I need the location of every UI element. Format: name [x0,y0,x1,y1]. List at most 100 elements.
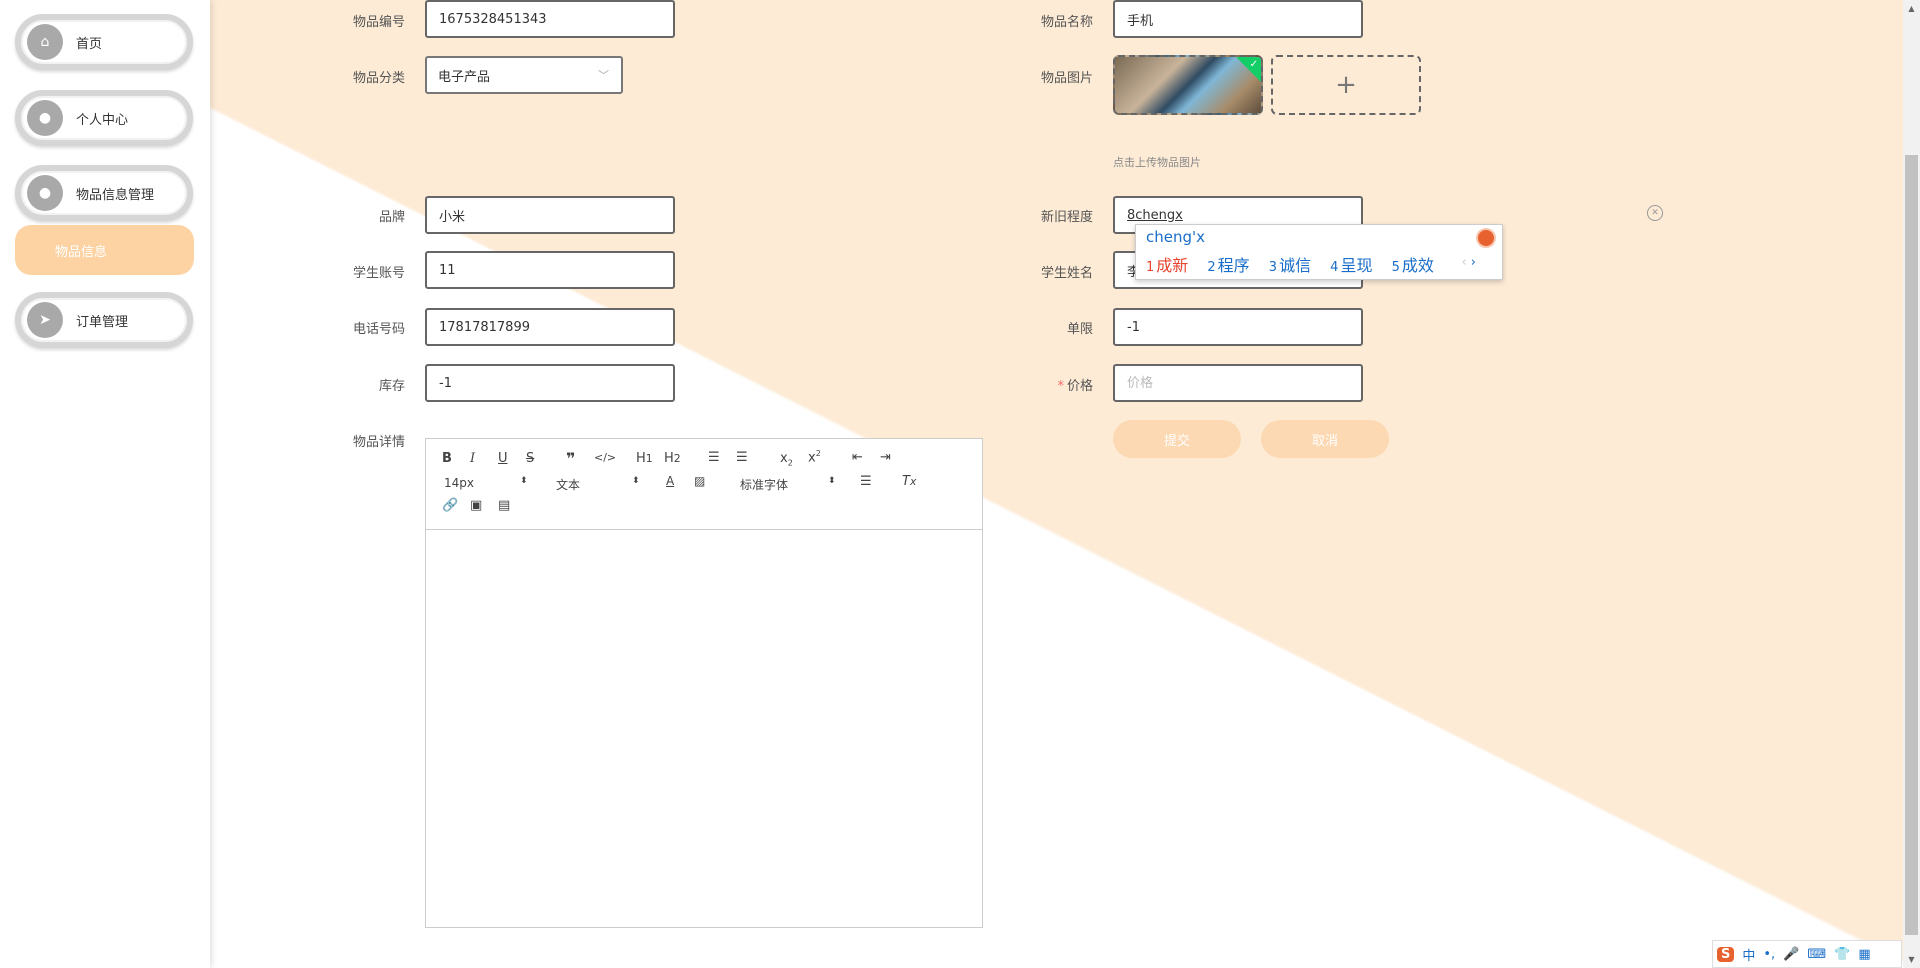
video-icon[interactable]: ▤ [498,498,510,513]
font-family-value: 标准字体 [740,478,789,492]
home-icon: ⌂ [27,24,63,60]
ime-candidate[interactable]: 5 成效 [1392,256,1434,275]
send-icon: ➤ [27,302,63,338]
superscript-icon[interactable]: x2 [808,449,821,465]
select-arrows-icon: ⬍ [520,476,528,486]
brand-input[interactable] [425,196,675,234]
keyboard-icon[interactable]: ⌨ [1807,947,1826,962]
font-size-value: 14px [444,476,474,490]
stock-label: 库存 [378,379,405,394]
sidebar-item-label: 首页 [76,36,103,52]
price-input[interactable] [1113,364,1363,402]
submit-button[interactable]: 提交 [1113,420,1241,458]
upload-hint: 点击上传物品图片 [1113,156,1201,169]
clear-icon[interactable]: ✕ [1647,205,1663,221]
cancel-button[interactable]: 取消 [1261,420,1389,458]
font-family-select[interactable]: 标准字体 ⬍ [740,476,836,493]
underline-icon[interactable]: U [498,451,508,466]
student-name-label: 学生姓名 [1040,266,1093,281]
scroll-down-icon[interactable]: ▼ [1903,951,1920,968]
heading2-icon[interactable]: H2 [664,451,681,466]
user-icon: ● [27,175,63,211]
ime-logo-icon [1478,230,1494,246]
sidebar-item-item-management[interactable]: ● 物品信息管理 [15,165,193,221]
required-mark: * [1057,379,1064,394]
limit-input[interactable] [1113,308,1363,346]
rich-text-editor: B I U S ❞ </> H1 H2 ☰ ☰ x2 x2 ⇤ ⇥ 14px ⬍ … [425,438,983,928]
strikethrough-icon[interactable]: S [526,451,534,466]
chevron-left-icon: ‹ [1461,255,1467,270]
image-icon[interactable]: ▣ [470,498,482,513]
stock-input[interactable] [425,364,675,402]
sidebar-item-home[interactable]: ⌂ 首页 [15,14,193,70]
microphone-icon[interactable]: 🎤 [1783,947,1799,962]
chevron-right-icon: › [1470,255,1476,270]
price-label-text: 价格 [1066,379,1093,394]
ime-punctuation-toggle[interactable]: •, [1763,947,1775,962]
ime-candidate[interactable]: 4 呈现 [1330,256,1372,275]
ime-composition: cheng'x [1146,228,1206,246]
price-label: * 价格 [1013,375,1093,394]
condition-label: 新旧程度 [1040,210,1093,225]
category-select[interactable]: 电子产品 ﹀ [425,56,623,94]
image-upload-button[interactable]: + [1271,55,1421,115]
item-form: 物品编号 物品名称 物品分类 电子产品 ﹀ 物品图片 ✓ + 点击上传物品图片 … [0,0,1920,968]
sogou-logo-icon[interactable]: S [1717,946,1735,962]
italic-icon[interactable]: I [470,451,475,466]
student-account-input[interactable] [425,251,675,289]
ime-candidates: 1 成新 2 程序 3 诚信 4 呈现 5 成效 [1146,252,1448,276]
block-format-value: 文本 [556,478,581,492]
item-no-input[interactable] [425,0,675,38]
sidebar-item-orders[interactable]: ➤ 订单管理 [15,292,193,348]
block-format-select[interactable]: 文本 ⬍ [556,476,640,493]
sidebar-subitem-item-info[interactable]: 物品信息 [15,225,194,275]
background-color-icon[interactable]: ▨ [694,474,705,488]
item-image-label: 物品图片 [1040,71,1093,86]
select-arrows-icon: ⬍ [632,476,640,486]
user-icon: ● [27,100,63,136]
link-icon[interactable]: 🔗 [442,498,458,513]
outdent-icon[interactable]: ⇤ [852,450,863,465]
skin-icon[interactable]: 👕 [1834,947,1850,962]
heading1-icon[interactable]: H1 [636,451,653,466]
scrollbar[interactable]: ▲ ▼ [1903,0,1920,968]
blockquote-icon[interactable]: ❞ [566,449,575,468]
brand-label: 品牌 [378,210,405,225]
ordered-list-icon[interactable]: ☰ [708,450,720,465]
editor-content-area[interactable] [426,530,982,928]
item-image-thumbnail[interactable]: ✓ [1113,55,1263,115]
font-color-icon[interactable]: A [666,474,674,488]
toolbox-icon[interactable]: ▦ [1858,947,1870,962]
sidebar-item-label: 个人中心 [76,112,129,128]
ime-candidate-popup: cheng'x 1 成新 2 程序 3 诚信 4 呈现 5 成效 ‹ › [1135,224,1503,280]
item-name-input[interactable] [1113,0,1363,38]
phone-input[interactable] [425,308,675,346]
sidebar-item-label: 订单管理 [76,314,129,330]
category-label: 物品分类 [352,71,405,86]
sidebar-item-profile[interactable]: ● 个人中心 [15,90,193,146]
plus-icon: + [1335,70,1357,100]
indent-icon[interactable]: ⇥ [880,450,891,465]
font-size-select[interactable]: 14px ⬍ [444,476,528,490]
bold-icon[interactable]: B [442,451,452,466]
clear-format-icon[interactable]: Tx [902,474,916,489]
editor-toolbar: B I U S ❞ </> H1 H2 ☰ ☰ x2 x2 ⇤ ⇥ 14px ⬍ … [426,439,982,530]
bullet-list-icon[interactable]: ☰ [736,450,748,465]
details-label: 物品详情 [352,435,405,450]
limit-label: 单限 [1066,322,1093,337]
sidebar: ⌂ 首页 ● 个人中心 ● 物品信息管理 物品信息 ➤ 订单管理 [0,0,210,968]
ime-candidate[interactable]: 1 成新 [1146,256,1188,275]
item-name-label: 物品名称 [1040,15,1093,30]
align-icon[interactable]: ☰ [860,474,872,489]
ime-candidate[interactable]: 3 诚信 [1269,256,1311,275]
ime-page-nav[interactable]: ‹ › [1461,255,1476,270]
student-account-label: 学生账号 [352,266,405,281]
ime-candidate[interactable]: 2 程序 [1207,256,1249,275]
ime-language-toggle[interactable]: 中 [1742,945,1755,964]
select-arrows-icon: ⬍ [828,476,836,486]
scrollbar-thumb[interactable] [1905,155,1918,935]
subscript-icon[interactable]: x2 [780,451,793,468]
sidebar-item-label: 物品信息管理 [76,187,155,203]
code-icon[interactable]: </> [594,451,616,464]
scroll-up-icon[interactable]: ▲ [1903,0,1920,17]
